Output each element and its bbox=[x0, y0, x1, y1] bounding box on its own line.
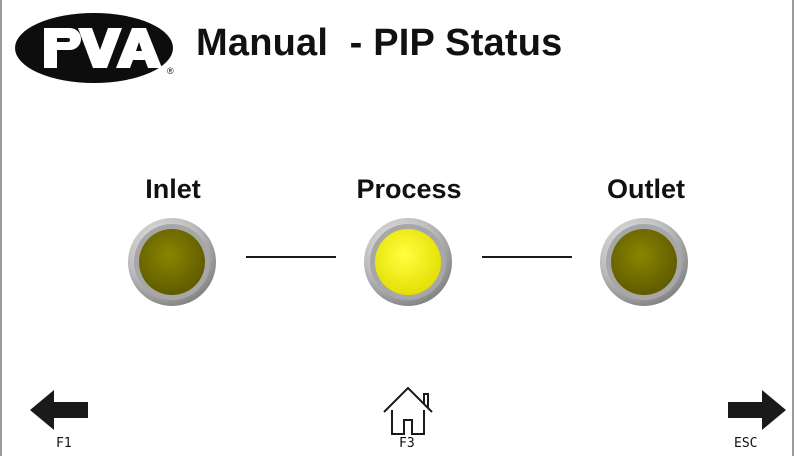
forward-button[interactable]: ESC bbox=[718, 380, 794, 456]
svg-text:®: ® bbox=[167, 66, 174, 76]
home-icon bbox=[383, 386, 433, 435]
arrow-right-icon bbox=[728, 390, 786, 430]
process-label: Process bbox=[356, 174, 462, 204]
page-title: Manual - PIP Status bbox=[196, 22, 563, 64]
back-button[interactable]: F1 bbox=[24, 380, 104, 456]
pva-logo: ® bbox=[14, 12, 186, 84]
back-key-label: F1 bbox=[56, 436, 72, 451]
inlet-label: Inlet bbox=[145, 174, 201, 204]
process-status-lamp bbox=[364, 218, 452, 306]
outlet-label: Outlet bbox=[607, 174, 685, 204]
arrow-left-icon bbox=[30, 390, 88, 430]
inlet-status-lamp bbox=[128, 218, 216, 306]
process-outlet-connector bbox=[482, 256, 572, 258]
outlet-status-lamp bbox=[600, 218, 688, 306]
home-key-label: F3 bbox=[399, 436, 415, 451]
screen-border-left bbox=[0, 0, 2, 456]
home-button[interactable]: F3 bbox=[370, 380, 450, 456]
forward-key-label: ESC bbox=[734, 436, 758, 451]
inlet-process-connector bbox=[246, 256, 336, 258]
